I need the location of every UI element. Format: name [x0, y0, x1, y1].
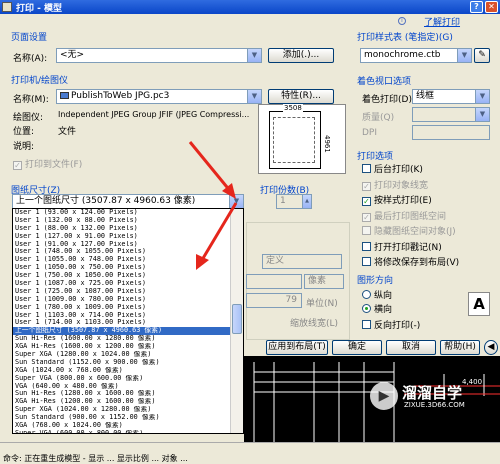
annotation-arrows [188, 141, 238, 270]
annotation-arrow-2 [196, 202, 238, 270]
annotation-arrow-1 [188, 141, 236, 199]
